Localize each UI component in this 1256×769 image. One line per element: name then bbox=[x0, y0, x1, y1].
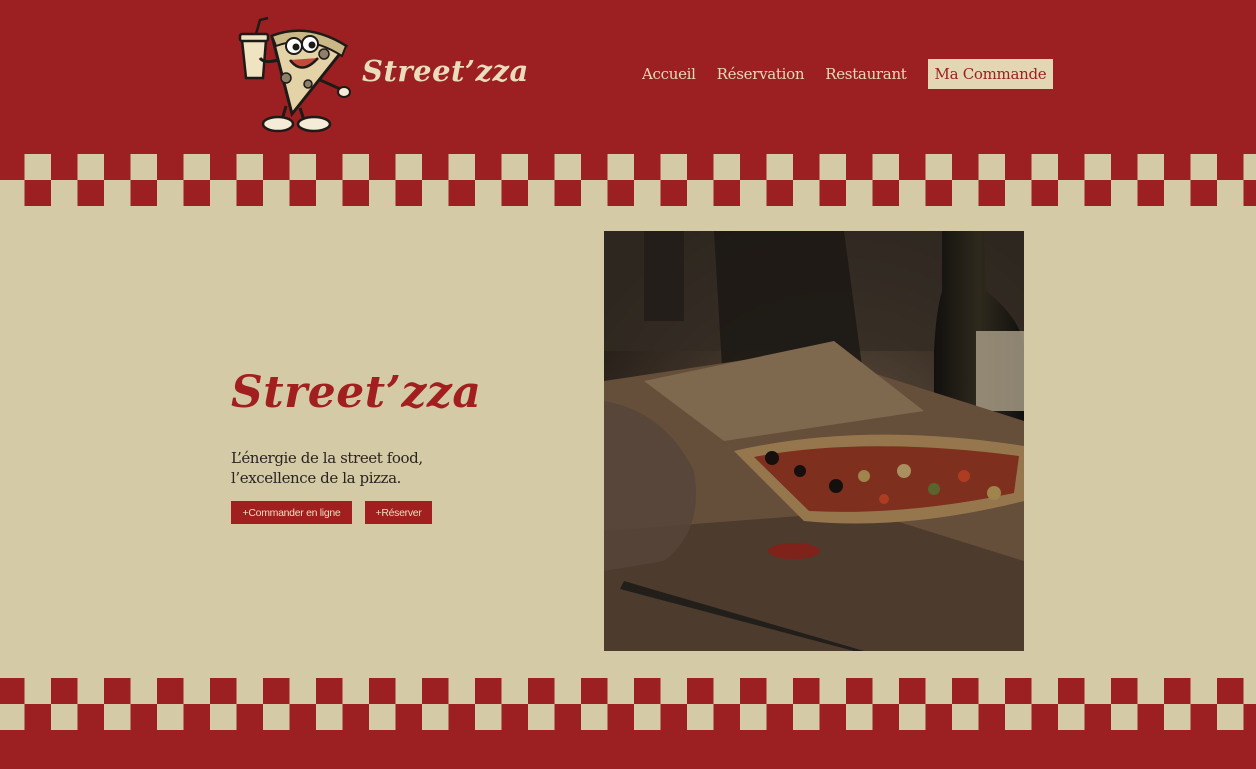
site-header: Street’zza Accueil Réservation Restauran… bbox=[0, 0, 1256, 154]
hero-title: Street’zza bbox=[231, 367, 482, 418]
footer-band bbox=[0, 730, 1256, 769]
checkerboard-top-divider bbox=[0, 154, 1256, 206]
nav-accueil[interactable]: Accueil bbox=[642, 65, 696, 83]
main-nav: Accueil Réservation Restaurant Ma Comman… bbox=[642, 59, 1054, 89]
hero-tagline: L’énergie de la street food, l’excellenc… bbox=[231, 448, 491, 488]
tagline-line-1: L’énergie de la street food, bbox=[231, 449, 423, 467]
pizza-mascot-icon[interactable] bbox=[238, 14, 352, 134]
nav-restaurant[interactable]: Restaurant bbox=[825, 65, 907, 83]
nav-ma-commande[interactable]: Ma Commande bbox=[927, 59, 1054, 89]
checkerboard-bottom-divider bbox=[0, 678, 1256, 730]
tagline-line-2: l’excellence de la pizza. bbox=[231, 469, 402, 487]
reserve-button[interactable]: +Réserver bbox=[365, 501, 432, 524]
nav-reservation[interactable]: Réservation bbox=[717, 65, 805, 83]
brand-name[interactable]: Street’zza bbox=[362, 54, 529, 88]
order-online-button[interactable]: +Commander en ligne bbox=[231, 501, 352, 524]
pizza-photo-image bbox=[604, 231, 1024, 651]
